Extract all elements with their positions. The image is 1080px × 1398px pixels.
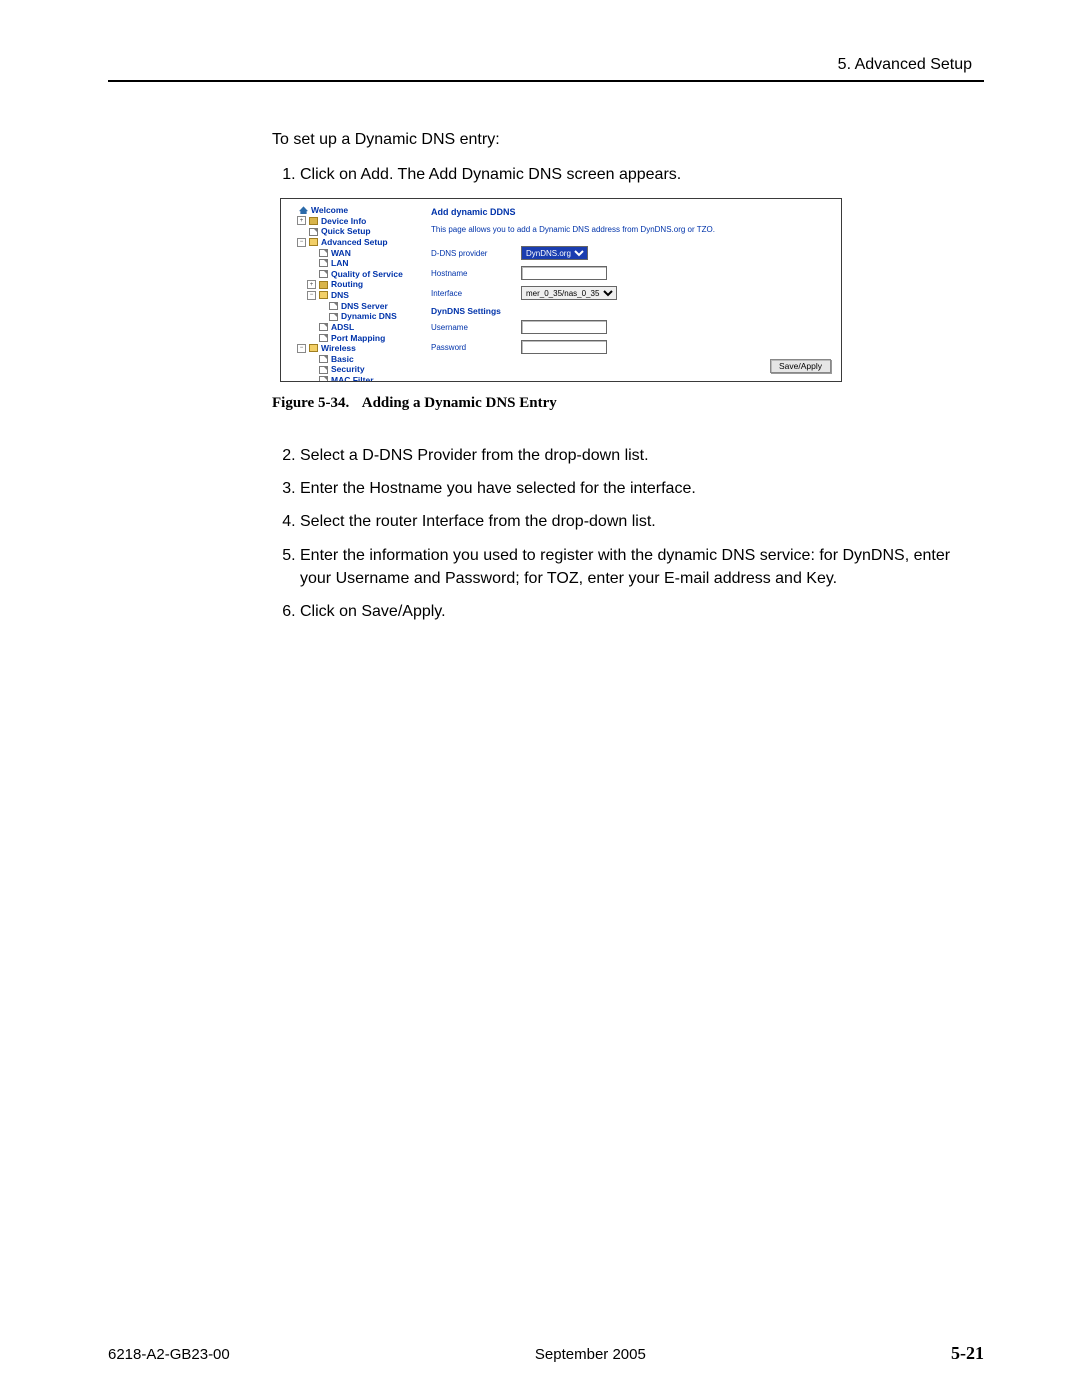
screenshot-add-ddns: Welcome +Device Info Quick Setup −Advanc… (280, 198, 842, 382)
running-header: 5. Advanced Setup (838, 56, 972, 74)
label-interface: Interface (431, 289, 521, 298)
step-1: Click on Add. The Add Dynamic DNS screen… (300, 163, 960, 186)
page-icon (309, 228, 318, 236)
input-username[interactable] (521, 320, 607, 334)
step-3: Enter the Hostname you have selected for… (300, 477, 960, 500)
select-interface[interactable]: mer_0_35/nas_0_35 (521, 286, 617, 300)
nav-device-info[interactable]: +Device Info (287, 216, 427, 227)
page-icon (319, 366, 328, 374)
nav-security[interactable]: Security (287, 364, 427, 375)
page-icon (319, 334, 328, 342)
intro-text: To set up a Dynamic DNS entry: (272, 128, 960, 151)
nav-dns-server[interactable]: DNS Server (287, 301, 427, 312)
label-username: Username (431, 323, 521, 332)
folder-icon (309, 217, 318, 225)
nav-adsl[interactable]: ADSL (287, 322, 427, 333)
page-icon (319, 323, 328, 331)
page-footer: 6218-A2-GB23-00 September 2005 5-21 (108, 1343, 984, 1364)
page-icon (319, 355, 328, 363)
folder-open-icon (309, 344, 318, 352)
footer-date: September 2005 (535, 1346, 646, 1363)
nav-basic[interactable]: Basic (287, 354, 427, 365)
footer-docid: 6218-A2-GB23-00 (108, 1346, 230, 1363)
footer-page: 5-21 (951, 1343, 984, 1364)
nav-lan[interactable]: LAN (287, 258, 427, 269)
nav-dns[interactable]: −DNS (287, 290, 427, 301)
nav-mac-filter[interactable]: MAC Filter (287, 375, 427, 382)
step-2: Select a D-DNS Provider from the drop-do… (300, 444, 960, 467)
shot-content: Add dynamic DDNS This page allows you to… (431, 207, 833, 360)
nav-tree: Welcome +Device Info Quick Setup −Advanc… (287, 205, 427, 382)
nav-quick-setup[interactable]: Quick Setup (287, 226, 427, 237)
header-rule (108, 80, 984, 82)
nav-dynamic-dns[interactable]: Dynamic DNS (287, 311, 427, 322)
label-hostname: Hostname (431, 269, 521, 278)
nav-qos[interactable]: Quality of Service (287, 269, 427, 280)
figure-caption: Figure 5-34. Adding a Dynamic DNS Entry (272, 394, 557, 412)
label-password: Password (431, 343, 521, 352)
page-icon (319, 259, 328, 267)
step-6: Click on Save/Apply. (300, 600, 960, 623)
nav-advanced-setup[interactable]: −Advanced Setup (287, 237, 427, 248)
nav-port-mapping[interactable]: Port Mapping (287, 333, 427, 344)
folder-icon (319, 281, 328, 289)
shot-help-text: This page allows you to add a Dynamic DN… (431, 225, 833, 234)
label-provider: D-DNS provider (431, 249, 521, 258)
page-icon (329, 313, 338, 321)
save-apply-button[interactable]: Save/Apply (770, 359, 831, 373)
nav-wan[interactable]: WAN (287, 248, 427, 259)
folder-open-icon (319, 291, 328, 299)
page-icon (329, 302, 338, 310)
input-hostname[interactable] (521, 266, 607, 280)
folder-open-icon (309, 238, 318, 246)
page-icon (319, 270, 328, 278)
home-icon (299, 206, 308, 214)
page-icon (319, 376, 328, 382)
nav-routing[interactable]: +Routing (287, 279, 427, 290)
input-password[interactable] (521, 340, 607, 354)
section-dyndns-settings: DynDNS Settings (431, 306, 833, 316)
page-icon (319, 249, 328, 257)
shot-title: Add dynamic DDNS (431, 207, 833, 217)
step-4: Select the router Interface from the dro… (300, 510, 960, 533)
step-5: Enter the information you used to regist… (300, 544, 960, 590)
select-provider[interactable]: DynDNS.org (521, 246, 588, 260)
nav-wireless[interactable]: −Wireless (287, 343, 427, 354)
nav-welcome[interactable]: Welcome (287, 205, 427, 216)
